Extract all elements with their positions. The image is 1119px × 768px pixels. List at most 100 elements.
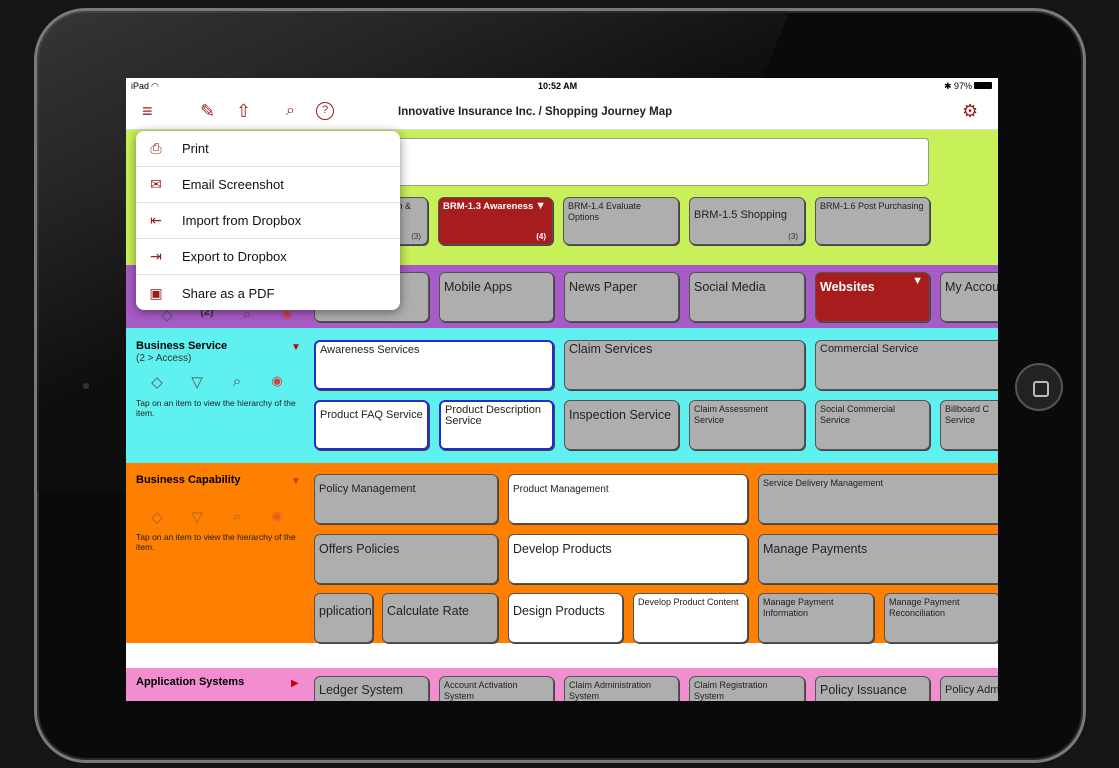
capability-label: Manage Payments	[763, 542, 868, 556]
service-billboard[interactable]: Billboard C Service	[940, 400, 998, 450]
menu-icon[interactable]: ≡	[142, 102, 153, 120]
app-label: Policy Issuance	[820, 683, 907, 697]
settings-icon[interactable]: ⚙	[962, 102, 978, 120]
step-label: BRM-1.3 Awareness	[443, 201, 534, 212]
camera-dot	[83, 383, 89, 389]
printer-icon: ⎙	[150, 140, 162, 156]
menu-item-import-dropbox[interactable]: ⇤ Import from Dropbox	[136, 203, 400, 239]
capability-policy-management[interactable]: Policy Management	[314, 474, 498, 524]
service-label: Claim Services	[569, 342, 653, 356]
channel-news-paper[interactable]: News Paper	[564, 272, 679, 322]
service-label: Billboard C Service	[945, 404, 990, 425]
service-product-faq[interactable]: Product FAQ Service	[314, 400, 429, 450]
channel-label: My Accou	[945, 280, 998, 294]
journey-step-post-purchasing[interactable]: BRM-1.6 Post Purchasing	[815, 197, 930, 245]
service-label: Commercial Service	[820, 343, 919, 355]
tag-icon[interactable]: ◇	[146, 508, 168, 526]
tag-count: (3)	[788, 232, 798, 241]
share-menu: ⎙ Print ✉ Email Screenshot ⇤ Import from…	[136, 131, 400, 310]
channel-social-media[interactable]: Social Media	[689, 272, 805, 322]
capability-develop-product-content[interactable]: Develop Product Content	[633, 593, 748, 643]
search-icon[interactable]: ⌕	[286, 102, 295, 120]
channel-websites[interactable]: Websites ▼	[815, 272, 930, 322]
battery-icon	[974, 82, 992, 89]
menu-item-share-pdf[interactable]: ▣ Share as a PDF	[136, 275, 400, 310]
step-label: BRM-1.6 Post Purchasing	[820, 201, 924, 211]
menu-item-label: Export to Dropbox	[182, 249, 287, 264]
app-policy-admin[interactable]: Policy Adm	[940, 676, 998, 701]
capability-calculate-rate[interactable]: Calculate Rate	[382, 593, 498, 643]
app-claim-registration[interactable]: Claim Registration System	[689, 676, 805, 701]
capability-label: Manage Payment Reconciliation	[889, 597, 960, 618]
business-service-tools: ◇ ▽ ⌕ ◉	[146, 373, 288, 391]
eye-icon[interactable]: ◉	[266, 508, 288, 526]
menu-item-email-screenshot[interactable]: ✉ Email Screenshot	[136, 167, 400, 203]
journey-description-field[interactable]: g	[388, 138, 929, 186]
service-social-commercial[interactable]: Social Commercial Service	[815, 400, 930, 450]
capability-application[interactable]: pplication	[314, 593, 373, 643]
app-label: Claim Administration System	[569, 680, 652, 701]
capability-develop-products[interactable]: Develop Products	[508, 534, 748, 584]
business-capability-hint: Tap on an item to view the hierarchy of …	[136, 532, 296, 552]
home-button[interactable]	[1015, 363, 1063, 411]
menu-item-print[interactable]: ⎙ Print	[136, 131, 400, 167]
step-label: BRM-1.5 Shopping	[694, 209, 787, 221]
battery-label: 97%	[954, 81, 973, 91]
share-icon[interactable]: ⇧	[236, 102, 251, 120]
service-inspection[interactable]: Inspection Service	[564, 400, 679, 450]
channel-my-account[interactable]: My Accou	[940, 272, 998, 322]
app-label: Account Activation System	[444, 680, 518, 701]
capability-service-delivery-management[interactable]: Service Delivery Management	[758, 474, 998, 524]
capability-product-management[interactable]: Product Management	[508, 474, 748, 524]
service-claim-assessment[interactable]: Claim Assessment Service	[689, 400, 805, 450]
capability-label: pplication	[319, 604, 372, 618]
business-capability-tools: ◇ ▽ ⌕ ◉	[146, 508, 288, 526]
app-account-activation[interactable]: Account Activation System	[439, 676, 554, 701]
edit-icon[interactable]: ✎	[200, 102, 215, 120]
menu-item-export-dropbox[interactable]: ⇥ Export to Dropbox	[136, 239, 400, 275]
app-policy-issuance[interactable]: Policy Issuance	[815, 676, 930, 701]
tag-count: (4)	[536, 232, 546, 241]
pdf-icon: ▣	[149, 284, 163, 301]
step-label: BRM-1.4 Evaluate Options	[568, 201, 642, 222]
search-icon[interactable]: ⌕	[226, 373, 248, 391]
expand-icon[interactable]: ▼	[291, 342, 301, 353]
app-label: Ledger System	[319, 683, 404, 697]
capability-label: Offers Policies	[319, 542, 400, 556]
service-awareness-services[interactable]: Awareness Services	[314, 340, 554, 390]
status-time: 10:52 AM	[538, 81, 578, 91]
bluetooth-icon: ✱	[944, 81, 952, 91]
journey-step-shopping[interactable]: BRM-1.5 Shopping (3)	[689, 197, 805, 245]
filter-icon[interactable]: ▽	[186, 508, 208, 526]
capability-label: Product Management	[513, 484, 609, 495]
capability-design-products[interactable]: Design Products	[508, 593, 623, 643]
filter-icon[interactable]: ▽	[186, 373, 208, 391]
capability-manage-payments[interactable]: Manage Payments	[758, 534, 998, 584]
menu-item-label: Print	[182, 141, 209, 156]
app-claim-administration[interactable]: Claim Administration System	[564, 676, 679, 701]
expand-icon[interactable]: ▼	[291, 476, 301, 487]
capability-label: Develop Product Content	[638, 597, 739, 607]
menu-item-label: Email Screenshot	[182, 177, 284, 192]
eye-icon[interactable]: ◉	[266, 373, 288, 391]
expand-right-icon[interactable]: ▶	[291, 678, 299, 689]
help-icon[interactable]: ?	[316, 102, 334, 120]
service-claim-services[interactable]: Claim Services	[564, 340, 805, 390]
page-title: Innovative Insurance Inc. / Shopping Jou…	[398, 106, 673, 118]
email-icon: ✉	[150, 176, 162, 192]
capability-offers-policies[interactable]: Offers Policies	[314, 534, 498, 584]
service-label: Product FAQ Service	[320, 409, 423, 421]
journey-step-awareness[interactable]: BRM-1.3 Awareness ▼ (4)	[438, 197, 553, 245]
capability-manage-payment-information[interactable]: Manage Payment Information	[758, 593, 874, 643]
business-capability-title: Business Capability	[136, 474, 241, 486]
business-service-hint: Tap on an item to view the hierarchy of …	[136, 398, 296, 418]
export-icon: ⇥	[150, 248, 162, 264]
search-icon[interactable]: ⌕	[226, 508, 248, 526]
journey-step-evaluate-options[interactable]: BRM-1.4 Evaluate Options	[563, 197, 679, 245]
tag-icon[interactable]: ◇	[146, 373, 168, 391]
capability-manage-payment-reconciliation[interactable]: Manage Payment Reconciliation	[884, 593, 998, 643]
service-commercial-service[interactable]: Commercial Service	[815, 340, 998, 390]
app-ledger-system[interactable]: Ledger System	[314, 676, 429, 701]
service-product-description[interactable]: Product Description Service	[439, 400, 554, 450]
channel-mobile-apps[interactable]: Mobile Apps	[439, 272, 554, 322]
